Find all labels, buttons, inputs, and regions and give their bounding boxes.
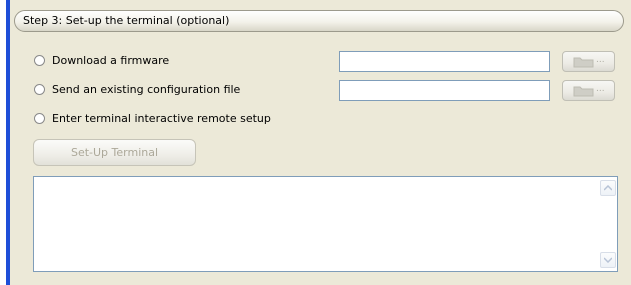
browse-firmware-button[interactable]: ...: [562, 51, 615, 72]
radio-download-firmware[interactable]: [34, 54, 45, 66]
radio-remote-setup[interactable]: [34, 112, 45, 124]
browse-config-button[interactable]: ...: [562, 80, 615, 101]
group-title: Step 3: Set-up the terminal (optional): [23, 14, 230, 27]
folder-icon: [573, 86, 594, 97]
option-send-config[interactable]: Send an existing configuration file: [34, 81, 240, 97]
folder-icon: [573, 57, 594, 68]
setup-terminal-button[interactable]: Set-Up Terminal: [33, 139, 196, 166]
option-label: Download a firmware: [52, 53, 170, 67]
firmware-path-field[interactable]: [339, 51, 550, 72]
scroll-up-button[interactable]: [600, 180, 616, 196]
chevron-down-icon: [604, 257, 612, 263]
browse-dots: ...: [596, 84, 605, 94]
radio-send-config[interactable]: [34, 83, 45, 95]
browse-dots: ...: [596, 55, 605, 65]
log-output-area[interactable]: [33, 176, 618, 272]
option-label: Enter terminal interactive remote setup: [52, 111, 271, 125]
option-remote-setup[interactable]: Enter terminal interactive remote setup: [34, 110, 271, 126]
chevron-up-icon: [604, 185, 612, 191]
scroll-down-button[interactable]: [600, 252, 616, 268]
config-file-path-field[interactable]: [339, 80, 550, 101]
step3-group-header: Step 3: Set-up the terminal (optional): [14, 10, 624, 32]
window-edge-accent: [0, 0, 10, 285]
option-label: Send an existing configuration file: [52, 82, 241, 96]
option-download-firmware[interactable]: Download a firmware: [34, 52, 169, 68]
